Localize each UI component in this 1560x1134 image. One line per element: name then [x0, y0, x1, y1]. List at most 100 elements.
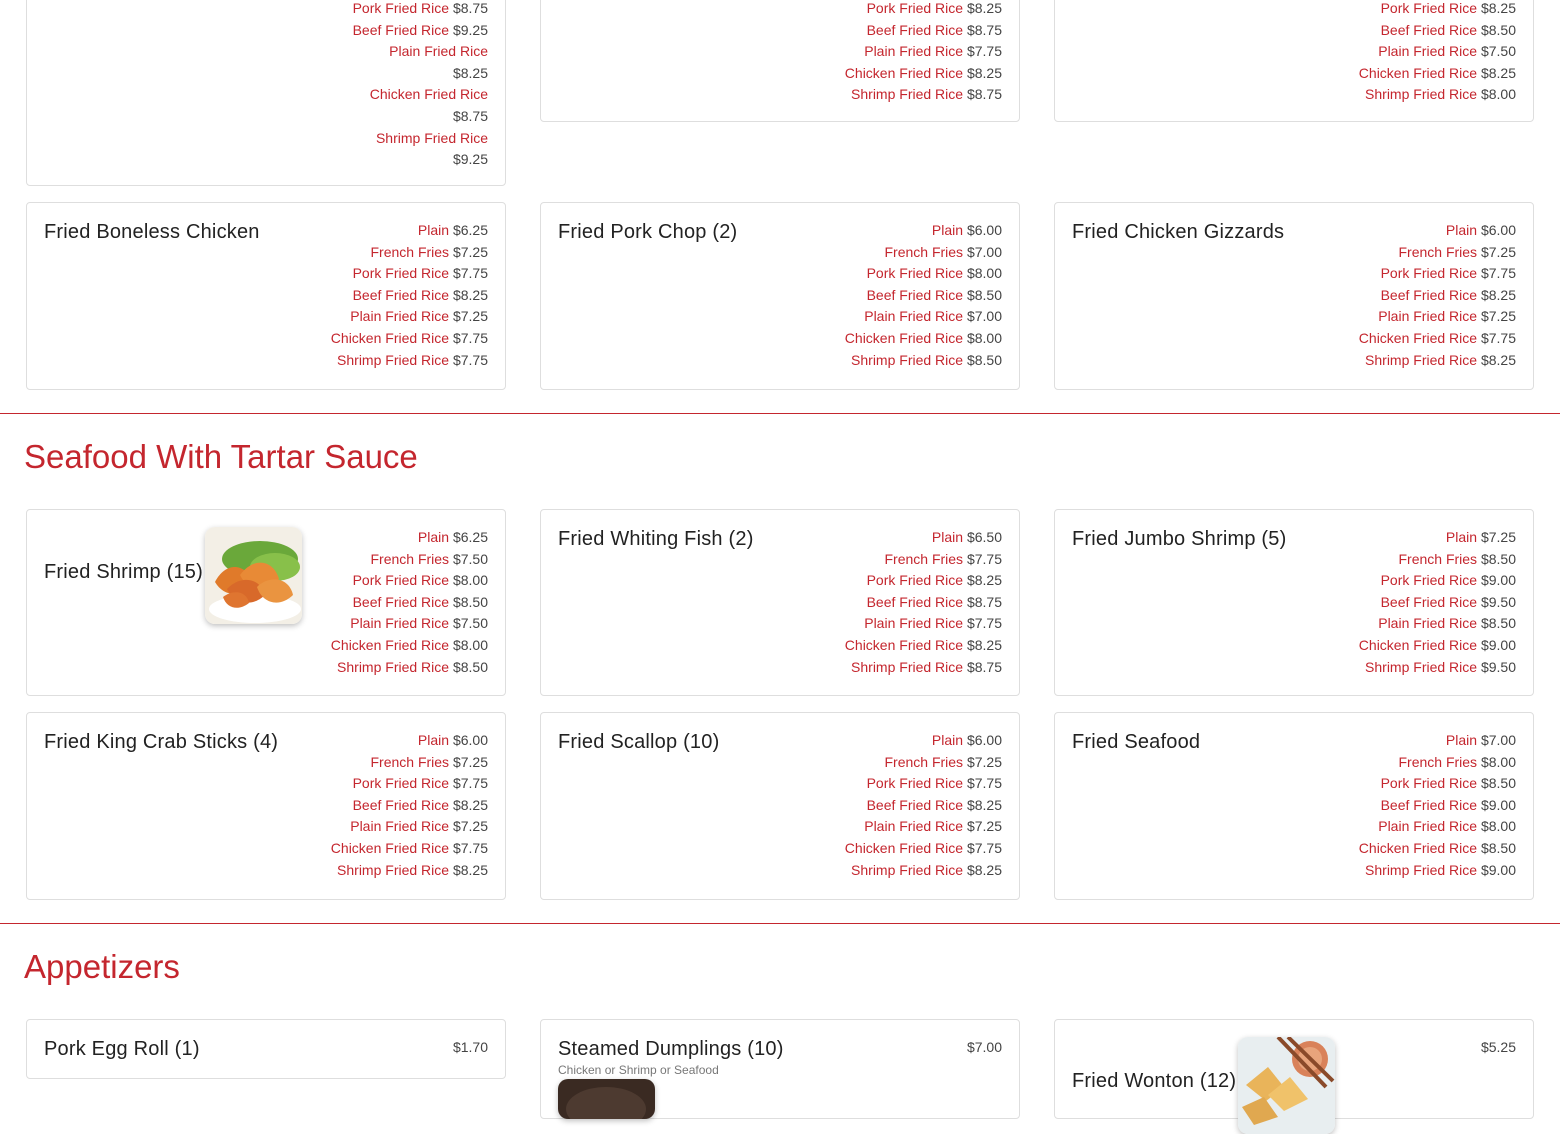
price-row[interactable]: French Fries $7.25 [1359, 242, 1516, 264]
price-row[interactable]: Beef Fried Rice $8.75 [845, 592, 1002, 614]
price-row[interactable]: Plain $7.25 [1359, 527, 1516, 549]
price-row[interactable]: Shrimp Fried Rice $9.00 [1359, 860, 1516, 882]
price-value: $7.75 [452, 329, 488, 346]
menu-item-card[interactable]: Fried Boneless Chicken Plain $6.25 Frenc… [26, 202, 506, 390]
price-row[interactable]: Plain Fried Rice $7.00 [845, 306, 1002, 328]
price-row[interactable]: Chicken Fried Rice $7.75 [845, 838, 1002, 860]
price-row[interactable]: Shrimp Fried Rice $9.25 [338, 128, 488, 171]
price-row[interactable]: Shrimp Fried Rice $8.25 [331, 860, 488, 882]
wonton-photo [1238, 1037, 1335, 1134]
price-row[interactable]: Beef Fried Rice $8.50 [1359, 20, 1516, 42]
menu-item-card[interactable]: Fried Seafood Plain $7.00 French Fries $… [1054, 712, 1534, 900]
price-row[interactable]: Plain Fried Rice $7.75 [845, 613, 1002, 635]
price-row[interactable]: Plain $6.50 [845, 527, 1002, 549]
price-row[interactable]: Pork Fried Rice $8.00 [331, 570, 488, 592]
menu-item-card[interactable]: Fried Chicken Gizzards Plain $6.00 Frenc… [1054, 202, 1534, 390]
price-row[interactable]: Beef Fried Rice $9.25 [338, 20, 488, 42]
price-row[interactable]: Chicken Fried Rice $8.25 [845, 635, 1002, 657]
price-row[interactable]: Plain $6.00 [331, 730, 488, 752]
price-row[interactable]: Chicken Fried Rice $7.75 [331, 838, 488, 860]
price-row[interactable]: Plain $7.00 [1359, 730, 1516, 752]
price-row[interactable]: Beef Fried Rice $8.25 [1359, 285, 1516, 307]
price-row[interactable]: Plain $6.25 [331, 220, 488, 242]
price-row[interactable]: Plain Fried Rice $8.25 [338, 41, 488, 84]
price-row[interactable]: Chicken Fried Rice $7.75 [331, 328, 488, 350]
price-row[interactable]: Shrimp Fried Rice $8.50 [845, 350, 1002, 372]
price-row[interactable]: Plain Fried Rice $7.25 [1359, 306, 1516, 328]
price-row[interactable]: Plain Fried Rice $7.25 [331, 306, 488, 328]
price-row[interactable]: Beef Fried Rice $8.75 [845, 20, 1002, 42]
price-row[interactable]: French Fries $7.25 [331, 242, 488, 264]
price-row[interactable]: Pork Fried Rice $9.00 [1359, 570, 1516, 592]
price-row[interactable]: Shrimp Fried Rice $7.75 [331, 350, 488, 372]
menu-item-card[interactable]: Fried Wonton (12) $5.25 [1054, 1019, 1534, 1134]
price-row[interactable]: Pork Fried Rice $8.50 [1359, 773, 1516, 795]
price-row[interactable]: Plain $6.00 [845, 730, 1002, 752]
price-row[interactable]: Plain Fried Rice $7.25 [331, 816, 488, 838]
price-option: Plain Fried Rice [389, 43, 488, 60]
price-row[interactable]: French Fries $7.00 [845, 242, 1002, 264]
price-row[interactable]: Pork Fried Rice $7.75 [331, 263, 488, 285]
price-row[interactable]: Shrimp Fried Rice $8.75 [845, 84, 1002, 106]
menu-item-card[interactable]: Pork Fried Rice $8.75 Beef Fried Rice $9… [26, 0, 506, 186]
price-row[interactable]: Shrimp Fried Rice $8.00 [1359, 84, 1516, 106]
price-row[interactable]: Pork Fried Rice $8.25 [1359, 0, 1516, 20]
price-row[interactable]: Plain Fried Rice $7.75 [845, 41, 1002, 63]
price-row[interactable]: Beef Fried Rice $8.50 [845, 285, 1002, 307]
price-row[interactable]: Pork Fried Rice $7.75 [845, 773, 1002, 795]
price-row[interactable]: Chicken Fried Rice $8.75 [338, 84, 488, 127]
price-row[interactable]: Plain Fried Rice $7.50 [1359, 41, 1516, 63]
price-row[interactable]: Chicken Fried Rice $8.50 [1359, 838, 1516, 860]
price-row[interactable]: Beef Fried Rice $9.50 [1359, 592, 1516, 614]
price-row[interactable]: French Fries $7.25 [845, 752, 1002, 774]
menu-item-card[interactable]: Fried Shrimp (15) Plain $6.25 French Fri… [26, 509, 506, 696]
price-row[interactable]: Plain Fried Rice $8.50 [1359, 613, 1516, 635]
price-row[interactable]: Pork Fried Rice $8.75 [338, 0, 488, 20]
price-row[interactable]: Pork Fried Rice $8.25 [845, 0, 1002, 20]
price-row[interactable]: Chicken Fried Rice $7.75 [1359, 328, 1516, 350]
price-row[interactable]: Pork Fried Rice $8.00 [845, 263, 1002, 285]
price-row[interactable]: French Fries $8.00 [1359, 752, 1516, 774]
price-row[interactable]: Shrimp Fried Rice $8.25 [1359, 350, 1516, 372]
menu-item-card[interactable]: Pork Egg Roll (1) $1.70 [26, 1019, 506, 1079]
price-row[interactable]: Plain $6.00 [1359, 220, 1516, 242]
menu-item-card[interactable]: Fried Scallop (10) Plain $6.00 French Fr… [540, 712, 1020, 900]
price-option: Pork Fried Rice [1380, 0, 1478, 16]
price-row[interactable]: Plain $6.25 [331, 527, 488, 549]
menu-item-card[interactable]: Steamed Dumplings (10) Chicken or Shrimp… [540, 1019, 1020, 1119]
price-row[interactable]: Chicken Fried Rice $8.25 [845, 63, 1002, 85]
price-row[interactable]: Beef Fried Rice $8.25 [331, 285, 488, 307]
price-row[interactable]: Plain Fried Rice $7.25 [845, 816, 1002, 838]
price-row[interactable]: French Fries $7.50 [331, 549, 488, 571]
menu-item-card[interactable]: Fried Pork Chop (2) Plain $6.00 French F… [540, 202, 1020, 390]
price-row[interactable]: French Fries $7.25 [331, 752, 488, 774]
price-row[interactable]: Chicken Fried Rice $9.00 [1359, 635, 1516, 657]
menu-item-card[interactable]: Fried King Crab Sticks (4) Plain $6.00 F… [26, 712, 506, 900]
price-row[interactable]: Beef Fried Rice $8.25 [845, 795, 1002, 817]
price-value: $6.00 [1480, 222, 1516, 238]
price-row[interactable]: Shrimp Fried Rice $8.75 [845, 657, 1002, 679]
price-row[interactable]: Plain $6.00 [845, 220, 1002, 242]
price-row[interactable]: Chicken Fried Rice $8.25 [1359, 63, 1516, 85]
price-row[interactable]: Shrimp Fried Rice $8.50 [331, 657, 488, 679]
price-row[interactable]: Shrimp Fried Rice $8.25 [845, 860, 1002, 882]
menu-item-card[interactable]: Pork Fried Rice $8.25 Beef Fried Rice $8… [1054, 0, 1534, 122]
price-row[interactable]: Pork Fried Rice $7.75 [1359, 263, 1516, 285]
price-row[interactable]: Beef Fried Rice $8.25 [331, 795, 488, 817]
menu-item-card[interactable]: Fried Whiting Fish (2) Plain $6.50 Frenc… [540, 509, 1020, 696]
price-row[interactable]: Chicken Fried Rice $8.00 [331, 635, 488, 657]
price-row[interactable]: Beef Fried Rice $8.50 [331, 592, 488, 614]
price-value: $8.75 [966, 593, 1002, 610]
price-row[interactable]: Pork Fried Rice $8.25 [845, 570, 1002, 592]
price-row[interactable]: Plain Fried Rice $8.00 [1359, 816, 1516, 838]
price-row[interactable]: Shrimp Fried Rice $9.50 [1359, 657, 1516, 679]
price-row[interactable]: Beef Fried Rice $9.00 [1359, 795, 1516, 817]
price-row[interactable]: French Fries $7.75 [845, 549, 1002, 571]
menu-item-card[interactable]: Pork Fried Rice $8.25 Beef Fried Rice $8… [540, 0, 1020, 122]
price-row[interactable]: French Fries $8.50 [1359, 549, 1516, 571]
menu-item-card[interactable]: Fried Jumbo Shrimp (5) Plain $7.25 Frenc… [1054, 509, 1534, 696]
price-row[interactable]: Chicken Fried Rice $8.00 [845, 328, 1002, 350]
price-row[interactable]: Plain Fried Rice $7.50 [331, 613, 488, 635]
price-value: $7.75 [966, 43, 1002, 60]
price-row[interactable]: Pork Fried Rice $7.75 [331, 773, 488, 795]
